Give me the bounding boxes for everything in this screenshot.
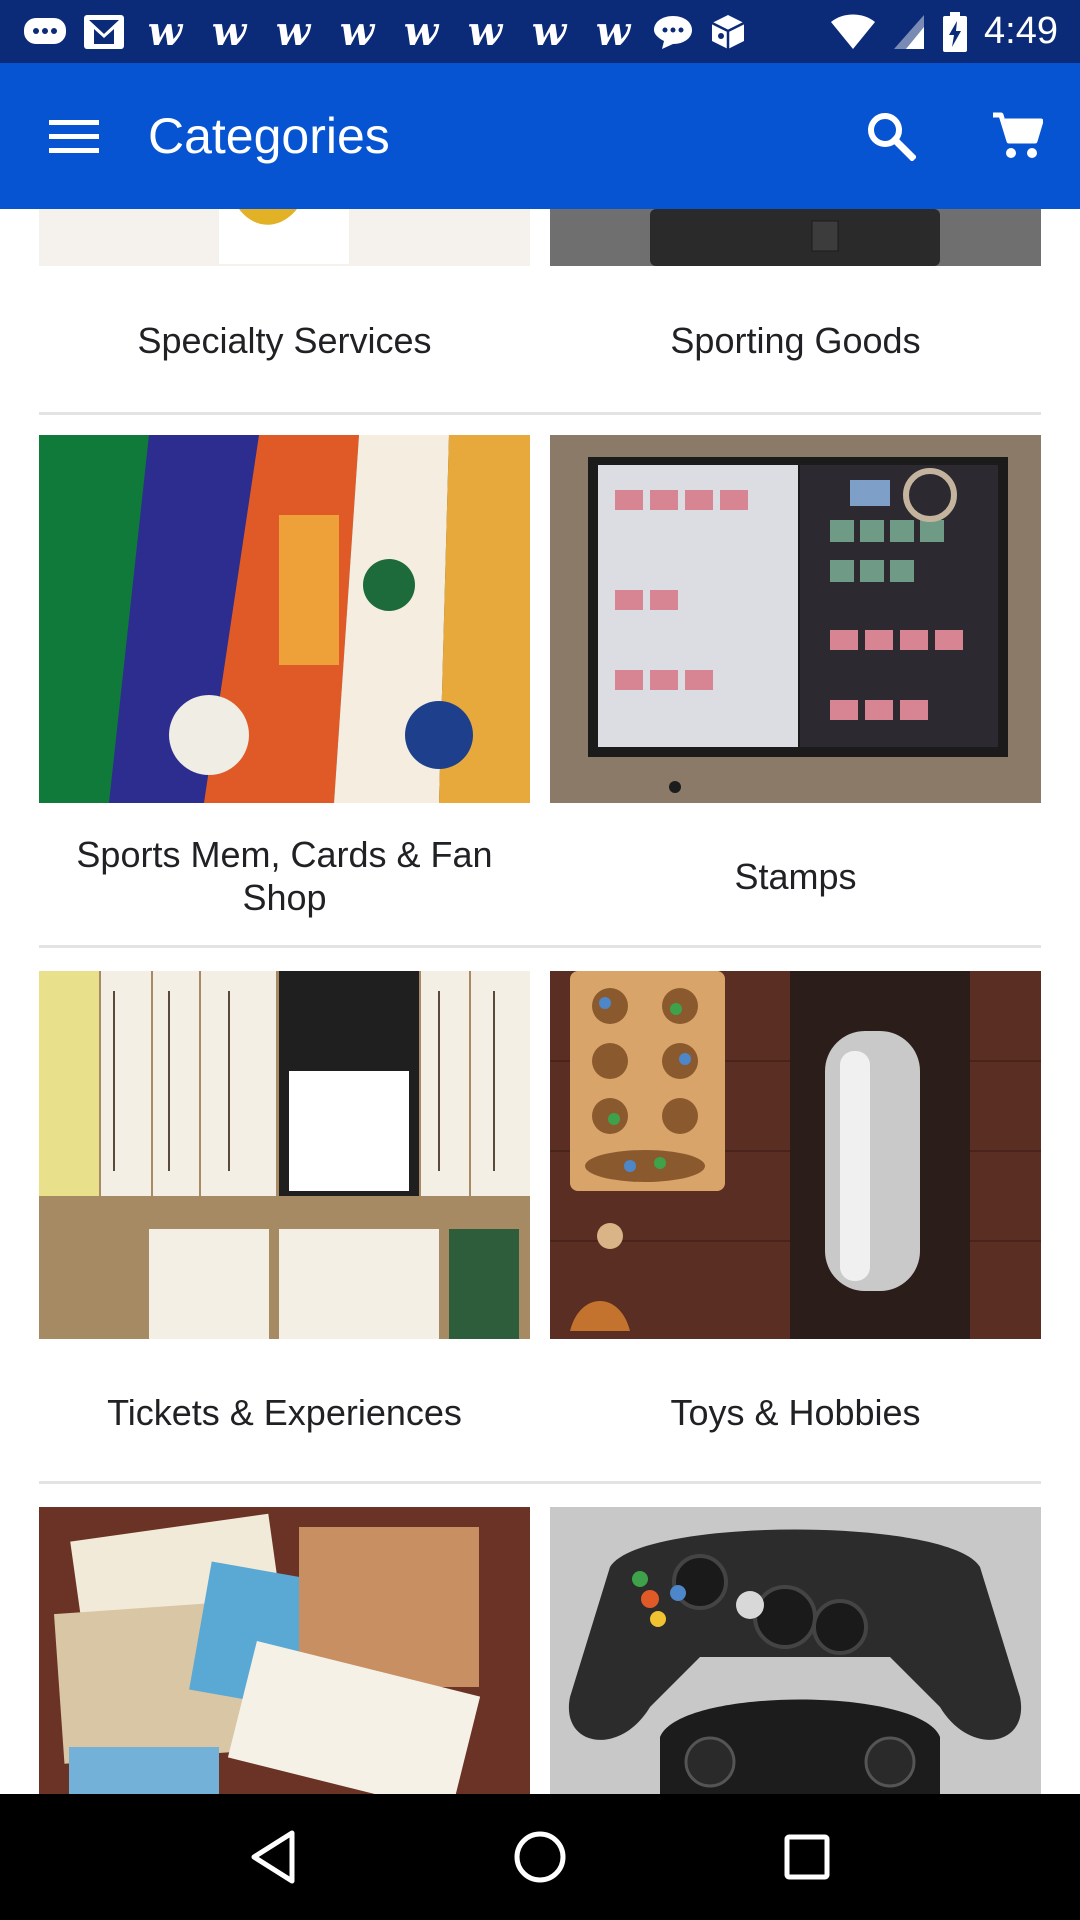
category-row (39, 1507, 1041, 1794)
category-image (550, 435, 1041, 803)
w-icon: w (147, 7, 183, 55)
w-icon: w (339, 7, 375, 55)
category-label: Specialty Services (137, 320, 432, 361)
back-button[interactable] (228, 1812, 318, 1902)
category-tile-sporting-goods[interactable]: Sporting Goods (550, 209, 1041, 409)
category-tile-video-games[interactable] (550, 1507, 1041, 1794)
category-tile-postcards[interactable] (39, 1507, 530, 1794)
messages-icon (22, 11, 68, 53)
signal-icon (892, 11, 926, 53)
w-icon: w (211, 7, 247, 55)
status-bar: w w w w w w w w 4:49 (0, 0, 1080, 63)
clock: 4:49 (984, 10, 1058, 52)
home-circle-icon (514, 1831, 566, 1883)
cart-button[interactable] (954, 63, 1080, 209)
w-icon: w (275, 7, 311, 55)
category-row: Tickets & Experiences Toys & Hobbies (39, 971, 1041, 1491)
category-image (550, 209, 1041, 266)
gmail-icon (82, 11, 126, 53)
row-divider (39, 1481, 1041, 1484)
category-tile-sports-mem[interactable]: Sports Mem, Cards & Fan Shop (39, 435, 530, 955)
w-icon: w (467, 7, 503, 55)
category-tile-stamps[interactable]: Stamps (550, 435, 1041, 955)
back-triangle-icon (251, 1830, 295, 1884)
battery-charging-icon (942, 11, 968, 53)
category-label: Sporting Goods (670, 320, 921, 361)
category-image (550, 1507, 1041, 1794)
system-icons: 4:49 (830, 10, 1058, 53)
search-icon (868, 113, 916, 161)
category-image (550, 971, 1041, 1339)
category-image (39, 209, 530, 266)
search-button[interactable] (828, 63, 954, 209)
shopping-cart-icon (993, 112, 1043, 158)
page-title: Categories (148, 108, 390, 164)
category-row: Specialty Services Sporting Goods (39, 209, 1041, 417)
recents-button[interactable] (762, 1812, 852, 1902)
navigation-bar (0, 1794, 1080, 1920)
category-image (39, 971, 530, 1339)
category-tile-specialty-services[interactable]: Specialty Services (39, 209, 530, 409)
menu-button[interactable] (0, 63, 148, 209)
category-label: Toys & Hobbies (670, 1392, 921, 1433)
category-tile-tickets-experiences[interactable]: Tickets & Experiences (39, 971, 530, 1491)
chat-bubble-icon (652, 11, 694, 53)
notification-icons: w w w w w w w w (22, 7, 748, 55)
recents-square-icon (784, 1834, 830, 1880)
box-icon (708, 11, 748, 53)
category-label: Tickets & Experiences (107, 1392, 462, 1433)
category-row: Sports Mem, Cards & Fan Shop Stamps (39, 435, 1041, 955)
w-icon: w (531, 7, 567, 55)
w-icon: w (595, 7, 631, 55)
category-tile-toys-hobbies[interactable]: Toys & Hobbies (550, 971, 1041, 1491)
category-label: Stamps (734, 856, 857, 897)
hamburger-icon (49, 120, 99, 153)
app-bar: Categories (0, 63, 1080, 209)
category-image (39, 435, 530, 803)
home-button[interactable] (495, 1812, 585, 1902)
app-bar-actions (828, 63, 1080, 209)
category-grid: Specialty Services Sporting Goods Sports… (0, 209, 1080, 1794)
category-image (39, 1507, 530, 1794)
category-label: Sports Mem, Cards & Fan Shop (76, 834, 493, 918)
row-divider (39, 412, 1041, 415)
w-icon: w (403, 7, 439, 55)
wifi-icon (830, 11, 876, 53)
row-divider (39, 945, 1041, 948)
